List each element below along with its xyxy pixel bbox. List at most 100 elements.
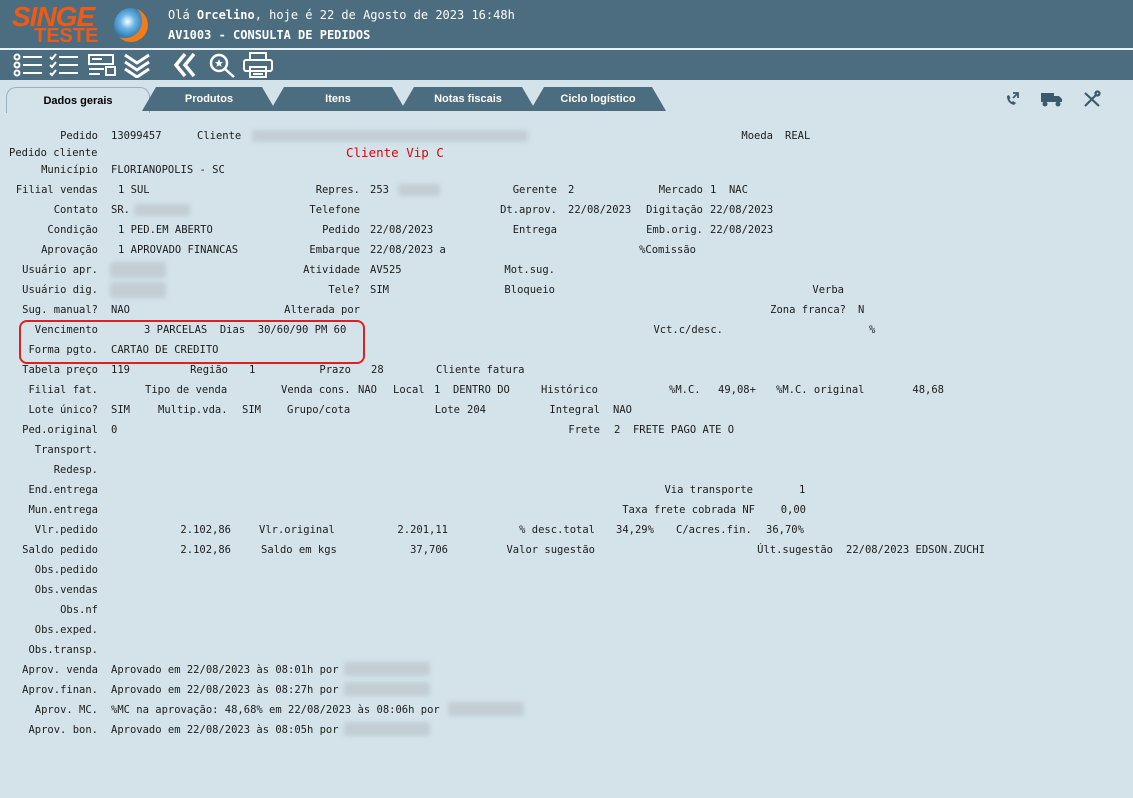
obs-vendas-label: Obs.vendas: [34, 584, 98, 596]
mot-sug-label: Mot.sug.: [504, 264, 555, 276]
printer-icon[interactable]: [242, 52, 274, 78]
globe-icon: [114, 8, 148, 42]
telefone-label: Telefone: [309, 204, 360, 216]
tabela-preco-label: Tabela preço: [22, 364, 98, 376]
verba-label: Verba: [812, 284, 844, 296]
highlight-box: [19, 320, 365, 364]
vip-badge: Cliente Vip C: [346, 145, 444, 160]
emb-orig-label: Emb.orig.: [646, 224, 703, 236]
vlr-original-label: Vlr.original: [259, 524, 335, 536]
lote-label: Lote: [434, 404, 460, 416]
mercado-label: Mercado: [658, 184, 703, 196]
acres-fin-label: C/acres.fin.: [676, 524, 752, 536]
desc-total-label: % desc.total: [519, 524, 595, 536]
list-icon[interactable]: [12, 52, 44, 78]
aprov-mc-user-redacted: [448, 702, 524, 716]
frete-value: 2 FRETE PAGO ATE O: [614, 424, 735, 436]
local-label: Local: [393, 384, 425, 396]
user-name: Orcelino: [196, 8, 255, 22]
cliente-label: Cliente: [197, 130, 242, 142]
venda-cons-value: NAO: [358, 384, 377, 396]
double-chevron-left-icon[interactable]: [170, 52, 200, 78]
emb-orig-value: 22/08/2023: [710, 224, 774, 236]
entrega-label: Entrega: [512, 224, 557, 236]
filial-vendas-value: 1 SUL: [118, 184, 150, 196]
integral-value: NAO: [613, 404, 632, 416]
moeda-label: Moeda: [741, 130, 773, 142]
condicao-label: Condição: [47, 224, 98, 236]
aprovacao-value: 1 APROVADO FINANCAS: [118, 244, 239, 256]
aprov-finan-user-redacted: [344, 682, 430, 696]
digitacao-value: 22/08/2023: [710, 204, 774, 216]
tools-icon[interactable]: [1082, 90, 1102, 108]
tab-notas-fiscais[interactable]: Notas fiscais: [400, 87, 536, 111]
pedido-date-label: Pedido: [322, 224, 360, 236]
form-icon[interactable]: [86, 52, 118, 78]
aprov-venda-user-redacted: [344, 662, 430, 676]
obs-exped-label: Obs.exped.: [34, 624, 98, 636]
dt-aprov-label: Dt.aprov.: [500, 204, 557, 216]
end-entrega-label: End.entrega: [28, 484, 98, 496]
tab-itens[interactable]: Itens: [270, 87, 406, 111]
desc-total-value: 34,29%: [616, 524, 654, 536]
toolbar: [0, 50, 1133, 80]
municipio-label: Município: [41, 164, 98, 176]
saldo-kgs-value: 37,706: [410, 544, 448, 556]
search-icon[interactable]: [206, 52, 238, 78]
pedido-value: 13099457: [111, 130, 162, 142]
aprov-mc-value: %MC na aprovação: 48,68% em 22/08/2023 à…: [111, 704, 440, 716]
screen-title: AV1003 - CONSULTA DE PEDIDOS: [168, 28, 371, 42]
aprov-bon-label: Aprov. bon.: [28, 724, 98, 736]
tab-dados-gerais[interactable]: Dados gerais: [6, 87, 150, 113]
local-value: 1 DENTRO DO: [434, 384, 510, 396]
alterada-por-label: Alterada por: [284, 304, 360, 316]
pedido-cliente-label: Pedido cliente: [9, 147, 98, 159]
transport-label: Transport.: [34, 444, 98, 456]
saldo-pedido-value: 2.102,86: [180, 544, 231, 556]
filial-fat-label: Filial fat.: [28, 384, 98, 396]
moeda-value: REAL: [785, 130, 811, 142]
tab-ciclo-logistico[interactable]: Ciclo logístico: [530, 87, 666, 111]
ped-original-label: Ped.original: [22, 424, 98, 436]
via-transporte-value: 1: [799, 484, 806, 496]
gerente-value: 2: [568, 184, 575, 196]
tele-value: SIM: [370, 284, 389, 296]
lote-value: 204: [467, 404, 486, 416]
multip-vda-value: SIM: [242, 404, 261, 416]
vct-desc-pct: %: [869, 324, 876, 336]
checklist-icon[interactable]: [48, 52, 80, 78]
digitacao-label: Digitação: [646, 204, 703, 216]
lote-unico-label: Lote único?: [28, 404, 98, 416]
atividade-label: Atividade: [303, 264, 360, 276]
grupo-cota-label: Grupo/cota: [287, 404, 351, 416]
usuario-apr-redacted: [110, 262, 166, 278]
vct-desc-label: Vct.c/desc.: [653, 324, 723, 336]
regiao-value: 1: [249, 364, 256, 376]
sug-manual-value: NAO: [111, 304, 130, 316]
phone-icon[interactable]: [1002, 90, 1022, 108]
aprovacao-label: Aprovação: [41, 244, 98, 256]
usuario-apr-label: Usuário apr.: [22, 264, 98, 276]
obs-nf-label: Obs.nf: [60, 604, 98, 616]
tabela-preco-value: 119: [111, 364, 130, 376]
app-header: SINGE TESTE Olá Orcelino, hoje é 22 de A…: [0, 0, 1133, 48]
usuario-dig-redacted: [110, 282, 166, 298]
mc-original-label: %M.C. original: [776, 384, 865, 396]
ult-sugestao-value: 22/08/2023 EDSON.ZUCHI: [846, 544, 986, 556]
pedido-date-value: 22/08/2023: [370, 224, 434, 236]
embarque-label: Embarque: [309, 244, 360, 256]
gerente-label: Gerente: [512, 184, 557, 196]
taxa-frete-value: 0,00: [780, 504, 806, 516]
tab-produtos[interactable]: Produtos: [142, 87, 276, 111]
filial-vendas-label: Filial vendas: [15, 184, 98, 196]
double-chevron-down-icon[interactable]: [122, 52, 152, 78]
municipio-value: FLORIANOPOLIS - SC: [111, 164, 225, 176]
contato-name-redacted: [134, 204, 190, 216]
tipo-venda-label: Tipo de venda: [145, 384, 228, 396]
ped-original-value: 0: [111, 424, 118, 436]
vlr-pedido-value: 2.102,86: [180, 524, 231, 536]
truck-icon[interactable]: [1040, 90, 1064, 108]
mc-label: %M.C.: [669, 384, 701, 396]
venda-cons-label: Venda cons.: [281, 384, 351, 396]
acres-fin-value: 36,70%: [766, 524, 804, 536]
